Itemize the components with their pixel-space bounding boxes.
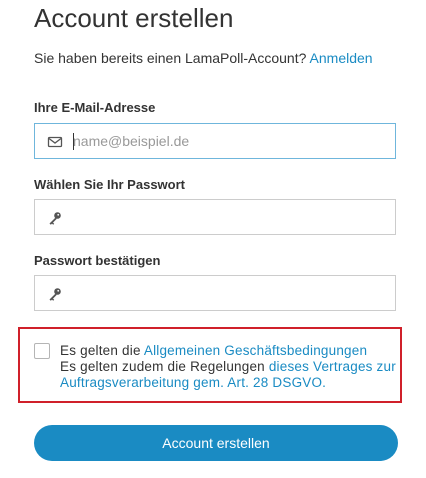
consent-prefix-2: Es gelten zudem die Regelungen bbox=[60, 359, 269, 374]
password-input[interactable] bbox=[73, 200, 383, 234]
password-field[interactable] bbox=[34, 199, 396, 235]
envelope-icon bbox=[47, 134, 63, 150]
email-field[interactable] bbox=[34, 123, 396, 159]
consent-text: Es gelten die Allgemeinen Geschäftsbedin… bbox=[60, 343, 396, 391]
password-confirm-input[interactable] bbox=[73, 276, 383, 310]
create-account-button[interactable]: Account erstellen bbox=[34, 425, 398, 461]
login-prompt-text: Sie haben bereits einen LamaPoll-Account… bbox=[34, 50, 307, 66]
login-prompt: Sie haben bereits einen LamaPoll-Account… bbox=[34, 50, 373, 66]
consent-prefix-1: Es gelten die bbox=[60, 343, 144, 358]
key-icon bbox=[47, 210, 63, 226]
page-title: Account erstellen bbox=[34, 3, 234, 33]
password-confirm-field[interactable] bbox=[34, 275, 396, 311]
terms-link[interactable]: Allgemeinen Geschäftsbedingungen bbox=[144, 343, 367, 358]
password-label: Wählen Sie Ihr Passwort bbox=[34, 177, 185, 192]
key-icon bbox=[47, 286, 63, 302]
password-confirm-label: Passwort bestätigen bbox=[34, 253, 161, 268]
login-link[interactable]: Anmelden bbox=[310, 50, 373, 66]
consent-checkbox[interactable] bbox=[34, 343, 50, 359]
email-label: Ihre E-Mail-Adresse bbox=[34, 100, 156, 115]
email-input[interactable] bbox=[73, 124, 383, 158]
